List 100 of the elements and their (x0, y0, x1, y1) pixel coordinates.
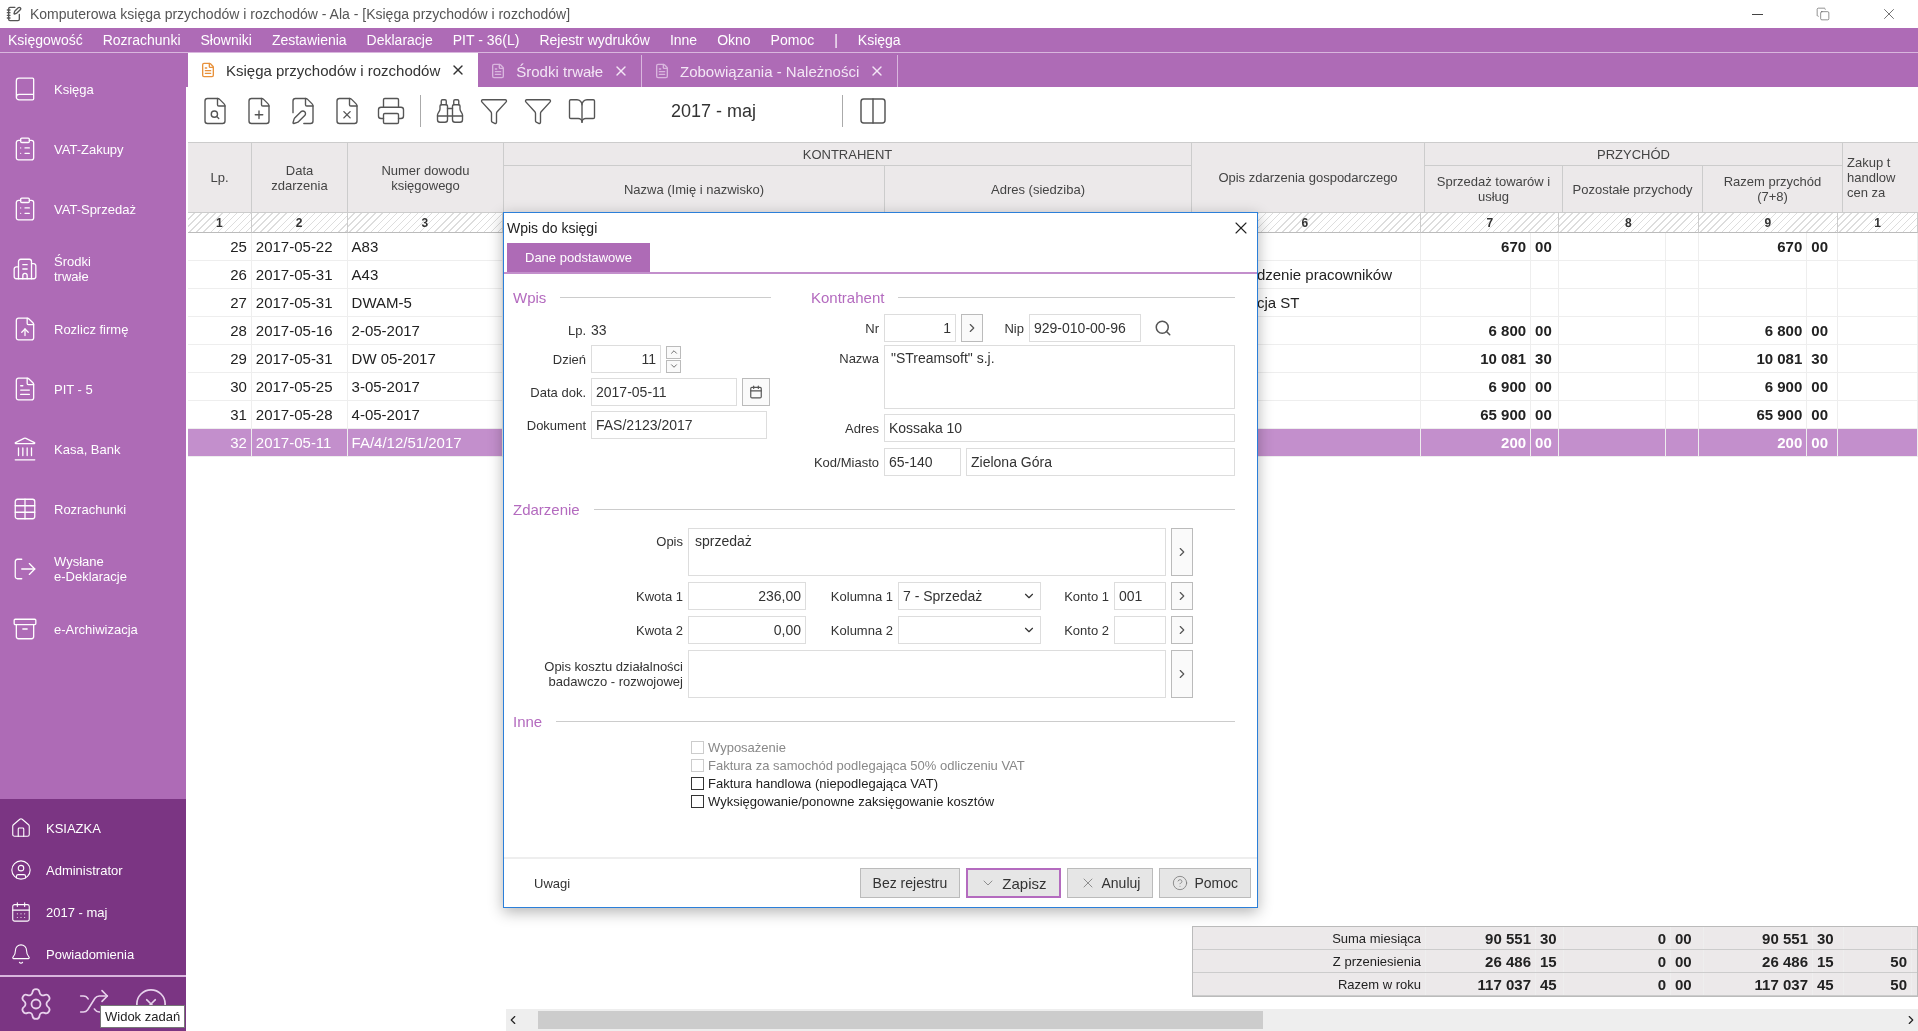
income-total-cents: 15 (1813, 950, 1844, 972)
field-label: Dokument (525, 417, 586, 433)
column-number: 2 (251, 213, 348, 233)
menu-separator: | (834, 32, 838, 48)
table-cell: 28 (188, 317, 252, 344)
section-title: Wpis (513, 288, 547, 306)
total-value: 670 (1698, 233, 1808, 260)
total-value: 6 800 (1698, 317, 1808, 344)
table-cell: 2017-05-28 (251, 401, 348, 428)
other-total-cents: 00 (1671, 950, 1704, 972)
section-title: Zdarzenie (513, 500, 580, 518)
sales-cents: 00 (1531, 429, 1559, 456)
total-label: Z przeniesienia (1193, 950, 1426, 972)
column-number: 1 (188, 213, 252, 233)
sales-total-cents: 15 (1536, 950, 1564, 972)
table-cell: 2017-05-31 (251, 289, 348, 316)
sales-cents: 00 (1531, 373, 1559, 400)
column-number: 7 (1421, 213, 1560, 233)
window-title: Komputerowa księga przychodów i rozchodów - Ala - [Księga przychodów i rozchodów] (30, 6, 572, 22)
table-cell: 2017-05-31 (251, 261, 348, 288)
table-cell: 2017-05-22 (251, 233, 348, 260)
field-label: Kolumna 2 (829, 622, 893, 638)
table-cell: 2017-05-16 (251, 317, 348, 344)
column-group-header: KONTRAHENT (504, 143, 1192, 166)
sales-total-value: 26 486 (1426, 950, 1536, 972)
field-label: Nip (1003, 320, 1024, 336)
checkbox-option: Faktura za samochód podlegająca 50% odliczeniu VAT (691, 758, 1235, 773)
total-cents: 00 (1807, 233, 1839, 260)
total-label: Suma miesiąca (1193, 927, 1426, 949)
column-number: 3 (347, 213, 504, 233)
other-total-cents: 00 (1671, 927, 1704, 949)
column-number: 1 (1838, 213, 1918, 233)
section-title: Kontrahent (811, 288, 885, 306)
table-cell: 32 (188, 429, 252, 456)
table-cell: 25 (188, 233, 252, 260)
purchase-total: 50 (1844, 950, 1912, 972)
sales-cents: 30 (1531, 345, 1559, 372)
field-label: Nazwa (838, 350, 879, 366)
income-total-value: 26 486 (1704, 950, 1813, 972)
total-cents: 00 (1807, 429, 1839, 456)
sales-value: 10 081 (1421, 345, 1532, 372)
field-label: Data dok. (529, 384, 586, 400)
checkbox-option: Wyposażenie (691, 740, 1235, 755)
sales-total-cents: 30 (1536, 927, 1564, 949)
field-label: Dzień (551, 351, 586, 367)
sales-total-value: 117 037 (1426, 973, 1536, 995)
total-cents: 00 (1807, 373, 1839, 400)
field-label: Opis kosztu działalności badawczo - rozwojowej (543, 659, 683, 689)
total-value: 200 (1698, 429, 1808, 456)
income-total-value: 117 037 (1704, 973, 1813, 995)
table-cell: 30 (188, 373, 252, 400)
sales-total-cents: 45 (1536, 973, 1564, 995)
sales-value: 6 800 (1421, 317, 1532, 344)
table-cell: 31 (188, 401, 252, 428)
total-cents: 00 (1807, 317, 1839, 344)
table-cell: 2017-05-31 (251, 345, 348, 372)
field-label: Kwota 1 (635, 588, 683, 604)
entry-number: 33 (591, 322, 607, 338)
sales-cents: 00 (1531, 401, 1559, 428)
table-cell: 2017-05-25 (251, 373, 348, 400)
sales-value: 65 900 (1421, 401, 1532, 428)
tooltip: Widok zadań (100, 1005, 186, 1028)
income-total-cents: 30 (1813, 927, 1844, 949)
sales-cents: 00 (1531, 317, 1559, 344)
other-total-value: 0 (1564, 950, 1671, 972)
table-cell: 27 (188, 289, 252, 316)
other-total-value: 0 (1564, 973, 1671, 995)
table-cell: 29 (188, 345, 252, 372)
other-total-value: 0 (1564, 927, 1671, 949)
field-label: Konto 1 (1063, 588, 1109, 604)
purchase-total: 50 (1844, 973, 1912, 995)
field-label: Adres (844, 420, 879, 436)
sales-value: 670 (1421, 233, 1532, 260)
total-cents: 00 (1807, 401, 1839, 428)
total-cents: 30 (1807, 345, 1839, 372)
field-label: Lp. (566, 322, 586, 338)
field-label: Konto 2 (1063, 622, 1109, 638)
column-number: 9 (1698, 213, 1839, 233)
field-label: Kolumna 1 (829, 588, 893, 604)
field-label: Kod/Miasto (812, 454, 879, 470)
income-total-value: 90 551 (1704, 927, 1813, 949)
field-label: Nr (864, 320, 879, 336)
total-value: 10 081 (1698, 345, 1808, 372)
income-total-cents: 45 (1813, 973, 1844, 995)
column-number: 8 (1559, 213, 1699, 233)
table-cell: 26 (188, 261, 252, 288)
section-title: Inne (513, 712, 543, 730)
total-value: 6 900 (1698, 373, 1808, 400)
period-label: 2017 - maj (671, 100, 757, 122)
dialog-title: Wpis do księgi (507, 220, 598, 236)
field-label: Opis (655, 533, 683, 549)
sales-cents: 00 (1531, 233, 1559, 260)
table-cell: 2017-05-11 (251, 429, 348, 456)
sales-total-value: 90 551 (1426, 927, 1536, 949)
total-label: Razem w roku (1193, 973, 1426, 995)
column-group-header: PRZYCHÓD (1425, 143, 1843, 166)
sales-value: 6 900 (1421, 373, 1532, 400)
field-label: Kwota 2 (635, 622, 683, 638)
total-value: 65 900 (1698, 401, 1808, 428)
sales-value: 200 (1421, 429, 1532, 456)
